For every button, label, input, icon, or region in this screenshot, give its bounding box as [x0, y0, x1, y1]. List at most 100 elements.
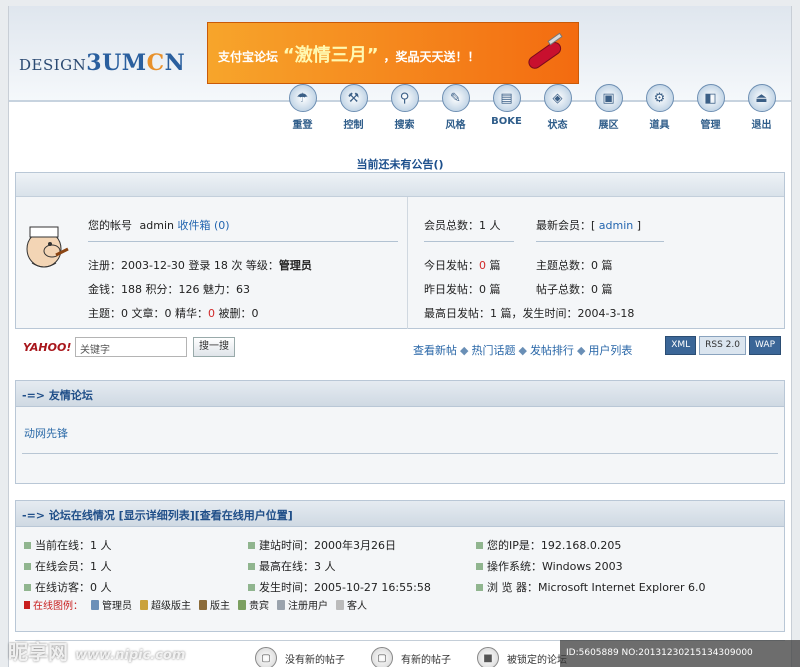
announcement[interactable]: 当前还未有公告(): [9, 156, 791, 172]
bullet-icon: [24, 584, 31, 591]
site-logo[interactable]: DESIGN3UMCN: [19, 50, 185, 76]
inbox-link[interactable]: 收件箱: [177, 219, 210, 232]
quick-link[interactable]: 用户列表: [588, 344, 632, 357]
legend-label: 客人: [347, 601, 367, 612]
view-user-location-link[interactable]: [查看在线用户位置]: [195, 509, 293, 522]
today-value: 0: [479, 259, 486, 272]
online-stat: 在线会员：1 人: [24, 558, 112, 574]
login-icon: ☂: [288, 84, 317, 112]
online-stat: 最高在线：3 人: [248, 558, 336, 574]
search-icon: ⚲: [390, 84, 419, 112]
online-stat: 在线访客：0 人: [24, 579, 112, 595]
online-stat: 建站时间：2000年3月26日: [248, 537, 396, 553]
online-stat: 当前在线：1 人: [24, 537, 112, 553]
bullet-icon: [476, 584, 483, 591]
posts-deleted: 被删：0: [215, 307, 259, 320]
yahoo-logo: YAHOO!: [23, 341, 72, 354]
divider: [22, 453, 778, 454]
friend-forum-link[interactable]: 动网先锋: [24, 425, 68, 441]
feed-badge[interactable]: WAP: [749, 336, 781, 355]
box-icon: ▣: [594, 84, 623, 112]
online-stat-text: 当前在线：1 人: [35, 539, 112, 552]
nav-label: BOKE: [491, 116, 522, 127]
logo-main: 3UM: [86, 50, 147, 76]
nav-item-8[interactable]: ◧ 管理: [685, 84, 736, 131]
bullet-icon: [248, 563, 255, 570]
legend-item: 客人: [336, 597, 367, 612]
max-day-posts: 最高日发帖：1 篇，发生时间：2004-3-18: [424, 307, 635, 320]
newest-label: 最新会员：[: [536, 219, 596, 232]
user-info: 您的帐号 admin 收件箱 (0) 注册：2003-12-30 登录 18 次…: [16, 197, 408, 330]
separator-icon: ◆: [518, 344, 527, 357]
posts-line: 主题：0 文章：0 精华：0 被删：0: [88, 305, 259, 321]
online-title-text: -=> 论坛在线情况: [22, 509, 119, 522]
search-input[interactable]: 关键字: [75, 337, 187, 357]
posts-topics: 主题：0 文章：0 精华：: [88, 307, 208, 320]
nav-label: 退出: [751, 120, 772, 131]
online-legend: 在线图例： 管理员 超级版主 版主 贵宾 注册用户 客人: [24, 597, 367, 612]
nav-item-2[interactable]: ⚲ 搜索: [379, 84, 430, 131]
forum-page: DESIGN3UMCN 支付宝论坛 “激情三月” ，奖品天天送！！ ☂ 重登 ⚒ 控制…: [8, 6, 792, 667]
online-stat-text: 操作系统：Windows 2003: [487, 560, 623, 573]
separator-icon: ◆: [576, 344, 586, 357]
user-type-icon: [277, 599, 285, 610]
posts-total: 帖子总数：0 篇: [536, 283, 613, 296]
separator-icon: ◆: [460, 344, 469, 357]
forum-state-label: 有新的帖子: [401, 654, 451, 666]
legend-item: 管理员: [91, 597, 132, 612]
brush-icon: ✎: [441, 84, 470, 112]
feed-badge[interactable]: XML: [665, 336, 697, 355]
register-info: 注册：2003-12-30 登录 18 次 等级：: [88, 259, 279, 272]
banner-text-c: ，奖品天天送！！: [383, 50, 480, 64]
newest-member-link[interactable]: admin: [599, 219, 633, 232]
nav-item-1[interactable]: ⚒ 控制: [328, 84, 379, 131]
user-type-icon: [91, 599, 99, 610]
nav-label: 展区: [598, 120, 619, 131]
user-level: 管理员: [278, 259, 312, 272]
nav-item-5[interactable]: ◈ 状态: [532, 84, 583, 131]
nav-item-0[interactable]: ☂ 重登: [277, 84, 328, 131]
register-line: 注册：2003-12-30 登录 18 次 等级：管理员: [88, 257, 312, 273]
online-stat: 发生时间：2005-10-27 16:55:58: [248, 579, 431, 595]
legend-item: 版主: [199, 597, 230, 612]
account-label: 您的帐号: [88, 219, 132, 232]
quick-link[interactable]: 查看新帖: [413, 344, 457, 357]
bullet-icon: [248, 542, 255, 549]
nav-item-6[interactable]: ▣ 展区: [583, 84, 634, 131]
friend-forums-panel: -=> 友情论坛 动网先锋: [15, 380, 785, 484]
legend-item: 注册用户: [277, 597, 328, 612]
nav-item-7[interactable]: ⚙ 道具: [634, 84, 685, 131]
online-stat-text: 在线会员：1 人: [35, 560, 112, 573]
nav-item-4[interactable]: ▤ BOKE: [481, 84, 532, 131]
account-name: admin: [139, 219, 174, 232]
online-stat-text: 建站时间：2000年3月26日: [259, 539, 396, 552]
online-panel: -=> 论坛在线情况 [显示详细列表][查看在线用户位置] 当前在线：1 人 建站…: [15, 500, 785, 632]
nav-item-9[interactable]: ⏏ 退出: [736, 84, 787, 131]
lock-icon: ■: [477, 647, 499, 667]
today-posts: 今日发帖：0 篇: [424, 257, 501, 273]
online-stat-text: 您的IP是：192.168.0.205: [487, 539, 622, 552]
folder-icon: ▢: [255, 647, 277, 667]
banner-text-a: 支付宝论坛: [218, 50, 279, 64]
feed-badge[interactable]: RSS 2.0: [699, 336, 746, 355]
quick-link[interactable]: 发帖排行: [530, 344, 574, 357]
nav-item-3[interactable]: ✎ 风格: [430, 84, 481, 131]
quick-link[interactable]: 热门话题: [471, 344, 515, 357]
wrench-icon: ⚒: [339, 84, 368, 112]
legend-label: 超级版主: [151, 601, 191, 612]
search-button[interactable]: 搜一搜: [193, 337, 235, 357]
tool-icon: ⚙: [645, 84, 674, 112]
panel-header-bar: [16, 173, 784, 197]
feed-badges: XML RSS 2.0 WAP: [662, 336, 781, 355]
logo-o: C: [146, 50, 165, 76]
folder-icon: ▢: [371, 647, 393, 667]
ad-banner[interactable]: 支付宝论坛 “激情三月” ，奖品天天送！！: [207, 22, 579, 84]
watermark-left-text: 昵享网: [8, 640, 68, 664]
avatar[interactable]: [22, 219, 70, 277]
show-detail-list-link[interactable]: [显示详细列表]: [119, 509, 195, 522]
newest-end: ]: [636, 219, 642, 232]
legend-label: 管理员: [102, 601, 132, 612]
knife-icon: [528, 32, 563, 69]
online-stat-text: 在线访客：0 人: [35, 581, 112, 594]
members-total: 会员总数：1 人: [424, 219, 501, 232]
